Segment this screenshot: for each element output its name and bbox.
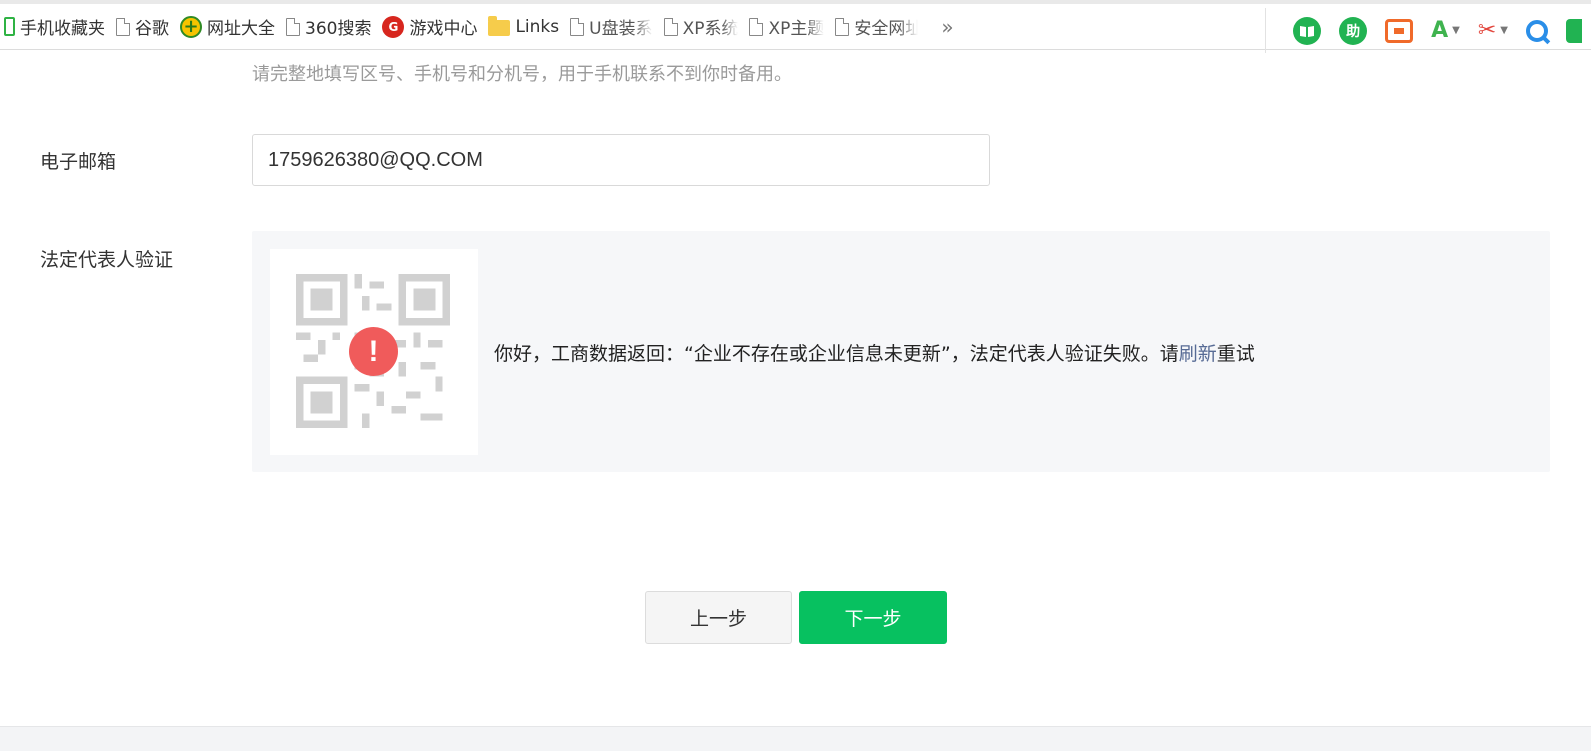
search-icon: [1526, 19, 1548, 42]
error-icon: !: [349, 327, 398, 376]
search-tool[interactable]: [1526, 19, 1548, 42]
page-icon: [749, 17, 764, 36]
bookmark-label: XP系统: [682, 19, 739, 39]
scissors-icon: ✂: [1477, 18, 1497, 43]
helper-icon: 助: [1339, 16, 1368, 45]
qr-code-box: !: [270, 249, 478, 455]
screenshot-tool[interactable]: ✂ ▼: [1478, 18, 1508, 43]
book-icon: [1293, 16, 1322, 45]
error-message-text: 你好，工商数据返回：“企业不存在或企业信息未更新”，法定代表人验证失败。请: [494, 343, 1179, 365]
previous-step-button[interactable]: 上一步: [645, 591, 792, 644]
bookmark-safe-urls[interactable]: 安全网址: [831, 12, 925, 42]
translate-tool[interactable]: A ▼: [1431, 18, 1460, 43]
bookmark-xp-system[interactable]: XP系统: [660, 12, 746, 42]
bookmark-label: 谷歌: [135, 19, 169, 39]
bookmark-mobile-favorites[interactable]: 手机收藏夹: [0, 12, 112, 42]
folder-icon: [488, 15, 511, 36]
translate-icon: A: [1431, 18, 1449, 43]
bookmark-url-directory[interactable]: + 网址大全: [176, 12, 282, 42]
tv-tool[interactable]: [1385, 18, 1414, 43]
bookmark-u-disk-install[interactable]: U盘装系: [566, 12, 659, 42]
extension-tool[interactable]: [1566, 18, 1582, 43]
helper-tool[interactable]: 助: [1339, 16, 1368, 45]
browser-toolbar: 助 A ▼ ✂ ▼: [1265, 8, 1591, 53]
verification-error-message: 你好，工商数据返回：“企业不存在或企业信息未更新”，法定代表人验证失败。请刷新重…: [494, 339, 1255, 366]
bookmark-label: U盘装系: [589, 19, 653, 39]
bookmark-label: 手机收藏夹: [20, 19, 105, 39]
bookmark-label: 网址大全: [207, 19, 275, 39]
page-icon: [835, 17, 850, 36]
bookmark-google[interactable]: 谷歌: [112, 12, 176, 42]
email-field[interactable]: 1759626380@QQ.COM: [252, 134, 990, 186]
page-icon: [286, 17, 300, 36]
bookmark-label: 360搜索: [305, 19, 372, 39]
legal-rep-label: 法定代表人验证: [40, 249, 174, 271]
tv-icon: [1385, 18, 1414, 43]
next-step-button[interactable]: 下一步: [799, 591, 947, 644]
game-icon: G: [382, 15, 405, 38]
bookmarks-bar: 手机收藏夹 谷歌 + 网址大全 360搜索 G 游戏中心 Links U盘装系 …: [0, 0, 1591, 53]
phone-field-hint: 请完整地填写区号、手机号和分机号，用于手机联系不到你时备用。: [252, 64, 792, 85]
page-footer-strip: [0, 726, 1591, 751]
page-icon: [116, 17, 130, 36]
bookmark-links-folder[interactable]: Links: [484, 12, 566, 42]
refresh-link[interactable]: 刷新: [1179, 343, 1217, 365]
reader-tool[interactable]: [1293, 16, 1322, 45]
bookmark-360-search[interactable]: 360搜索: [282, 12, 378, 42]
bookmark-label: Links: [515, 16, 560, 37]
email-label: 电子邮箱: [40, 151, 117, 173]
page-icon: [570, 17, 585, 36]
more-bookmarks-chevron-icon[interactable]: »: [933, 15, 961, 39]
page-icon: [663, 17, 678, 36]
bookmark-xp-theme[interactable]: XP主题: [745, 12, 831, 42]
legal-rep-verify-panel: ! 你好，工商数据返回：“企业不存在或企业信息未更新”，法定代表人验证失败。请刷…: [252, 231, 1550, 472]
error-message-suffix: 重试: [1216, 343, 1255, 365]
bookmark-game-center[interactable]: G 游戏中心: [378, 12, 484, 42]
phone-icon: [4, 17, 15, 36]
bookmark-label: 游戏中心: [409, 19, 478, 39]
plus-globe-icon: +: [180, 15, 202, 38]
extension-icon: [1566, 18, 1582, 43]
chevron-down-icon[interactable]: ▼: [1500, 25, 1508, 36]
bookmark-label: 安全网址: [854, 19, 919, 39]
bookmark-label: XP主题: [768, 19, 825, 39]
chevron-down-icon[interactable]: ▼: [1452, 25, 1460, 36]
